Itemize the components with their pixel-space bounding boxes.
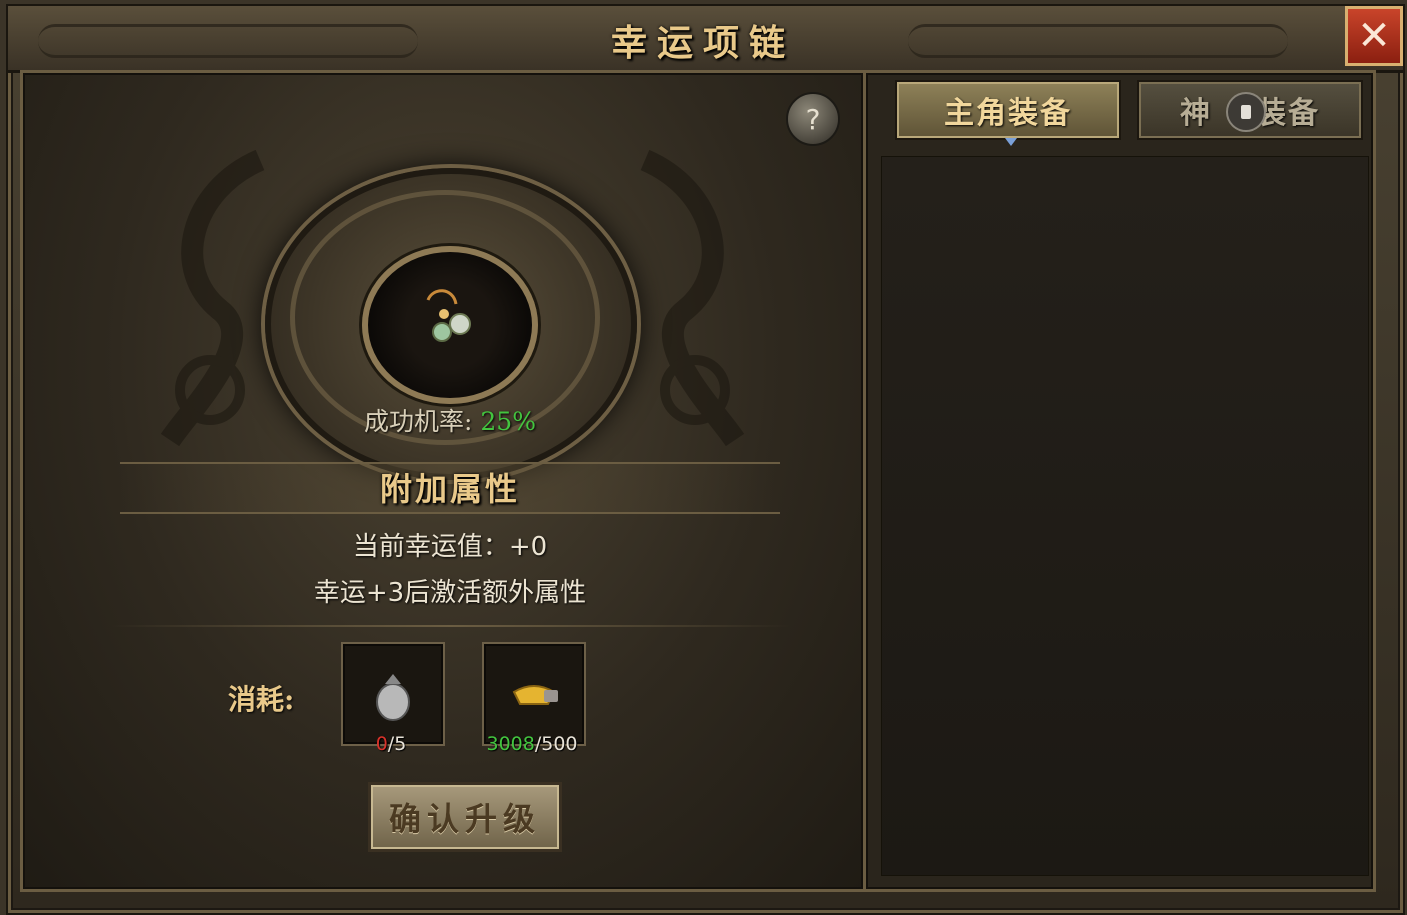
material-count-gold: 3008/500 — [462, 733, 602, 755]
success-rate-label: 成功机率: — [364, 407, 473, 436]
necklace-slot[interactable] — [362, 246, 538, 404]
dragon-ornament-right — [640, 150, 745, 447]
window-title: 幸运项链 — [610, 22, 795, 64]
material-have-silver: 0 — [375, 733, 388, 755]
material-have-gold: 3008 — [486, 733, 535, 755]
close-icon: ✕ — [1357, 13, 1391, 59]
confirm-upgrade-label: 确认升级 — [388, 800, 541, 838]
silver-pouch-icon — [376, 674, 410, 721]
lock-icon — [1226, 92, 1266, 132]
help-button[interactable]: ? — [786, 92, 840, 146]
dragon-ornament-left — [160, 150, 265, 447]
tab-hero-equipment-label: 主角装备 — [944, 96, 1072, 131]
tab-hero-equipment[interactable]: 主角装备 — [895, 80, 1121, 146]
success-rate-value: 25% — [480, 407, 536, 436]
title-bar: 幸运项链 — [8, 6, 1403, 73]
gold-ingot-icon — [512, 685, 558, 705]
current-luck-text: 当前幸运值：+0 — [352, 532, 548, 562]
material-slot-gold[interactable] — [482, 642, 586, 746]
title-ornament-right — [908, 24, 1288, 58]
material-count-silver: 0/5 — [321, 733, 461, 755]
title-ornament-left — [38, 24, 418, 58]
cost-label: 消耗: — [228, 683, 295, 716]
help-icon: ? — [805, 102, 821, 136]
confirm-upgrade-button[interactable]: 确认升级 — [368, 782, 562, 852]
success-rate: 成功机率: 25% — [300, 402, 600, 438]
material-need-gold: /500 — [534, 733, 578, 755]
tab-divine-prefix: 神 — [1180, 96, 1212, 131]
material-slot-silver[interactable] — [341, 642, 445, 746]
activation-hint-text: 幸运+3后激活额外属性 — [313, 578, 587, 608]
equipment-list[interactable] — [881, 156, 1369, 876]
necklace-icon — [426, 289, 471, 342]
section-title: 附加属性 — [379, 470, 520, 508]
material-need-silver: /5 — [387, 733, 407, 755]
divider — [110, 625, 790, 627]
close-button[interactable]: ✕ — [1345, 6, 1403, 66]
